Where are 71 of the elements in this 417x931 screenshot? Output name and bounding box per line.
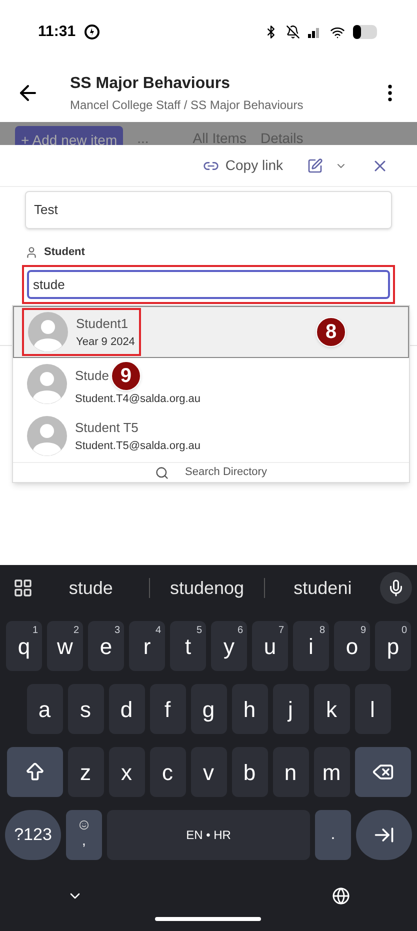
letter-key[interactable]: t 5 — [170, 621, 206, 671]
letter-key[interactable]: q 1 — [6, 621, 42, 671]
letter-key[interactable]: c — [150, 747, 186, 797]
letter-key[interactable]: a — [26, 684, 62, 734]
microphone-button[interactable] — [380, 572, 412, 604]
search-directory-button[interactable]: Search Directory — [13, 462, 409, 482]
field-label: Student — [44, 244, 85, 260]
suggestion-item[interactable]: Stude 9 Student.T4@salda.org.au — [13, 358, 409, 410]
avatar-icon — [27, 364, 67, 404]
letter-key[interactable]: x — [108, 747, 144, 797]
backspace-key[interactable] — [354, 747, 410, 797]
suggestion-item[interactable]: Student T5 Student.T5@salda.org.au — [13, 410, 409, 462]
letter-key[interactable]: r 4 — [129, 621, 165, 671]
callout-badge: 9 — [110, 360, 141, 391]
signal-icon — [308, 26, 322, 38]
letter-key[interactable]: v — [190, 747, 226, 797]
period-key[interactable]: . — [315, 810, 351, 860]
letter-key[interactable]: z — [68, 747, 104, 797]
letter-key[interactable]: o 9 — [334, 621, 370, 671]
status-time: 11:31 — [38, 22, 76, 42]
letter-key[interactable]: h — [232, 684, 268, 734]
letter-key[interactable]: y 6 — [211, 621, 247, 671]
letter-key[interactable]: k — [314, 684, 350, 734]
letter-key[interactable]: p 0 — [375, 621, 411, 671]
battery-icon — [353, 25, 379, 39]
letter-key[interactable]: d — [108, 684, 144, 734]
suggestion-item[interactable]: Student1 Year 9 2024 8 — [13, 306, 409, 358]
prediction[interactable]: studenog — [150, 574, 264, 602]
person-name: Stude — [75, 367, 109, 385]
wifi-icon — [330, 24, 345, 40]
person-name: Student T5 — [75, 419, 138, 437]
emoji-icon — [79, 820, 89, 830]
person-detail: Year 9 2024 — [76, 334, 135, 350]
mute-icon — [286, 25, 300, 39]
student-search-field[interactable]: stude — [27, 270, 390, 299]
letter-key[interactable]: i 8 — [293, 621, 329, 671]
copy-link-button[interactable]: Copy link — [203, 155, 283, 176]
title-field[interactable]: Test — [25, 191, 392, 229]
symbols-key[interactable]: ?123 — [5, 810, 61, 860]
letter-key[interactable]: w 2 — [47, 621, 83, 671]
shift-icon — [24, 761, 46, 783]
apps-icon[interactable] — [13, 578, 33, 598]
person-detail: Student.T4@salda.org.au — [75, 392, 201, 407]
prediction[interactable]: studeni — [265, 574, 380, 602]
letter-key[interactable]: m — [314, 747, 350, 797]
callout-badge: 8 — [316, 317, 346, 347]
enter-key[interactable] — [356, 810, 412, 860]
edit-view-icon[interactable] — [307, 158, 323, 174]
letter-key[interactable]: u 7 — [252, 621, 288, 671]
letter-key[interactable]: l — [354, 684, 390, 734]
avatar-icon — [28, 312, 68, 352]
letter-key[interactable]: f — [150, 684, 186, 734]
prediction[interactable]: stude — [33, 574, 149, 602]
letter-key[interactable]: j — [272, 684, 308, 734]
search-icon — [155, 466, 170, 480]
letter-key[interactable]: s — [68, 684, 104, 734]
emoji-comma-key[interactable]: , — [66, 810, 102, 860]
avatar-icon — [27, 416, 67, 456]
letter-key[interactable]: b — [232, 747, 268, 797]
space-key[interactable]: EN • HR — [107, 810, 310, 860]
status-icon — [84, 24, 100, 40]
shift-key[interactable] — [6, 747, 62, 797]
breadcrumb: Mancel College Staff / SS Major Behaviours — [70, 97, 304, 114]
person-icon — [25, 246, 38, 258]
person-detail: Student.T5@salda.org.au — [75, 438, 201, 454]
language-icon[interactable] — [332, 886, 350, 904]
letter-key[interactable]: e 3 — [88, 621, 124, 671]
page-title: SS Major Behaviours — [70, 74, 232, 94]
person-name: Student1 — [76, 315, 128, 333]
letter-key[interactable]: n — [272, 747, 308, 797]
letter-key[interactable]: g — [190, 684, 226, 734]
